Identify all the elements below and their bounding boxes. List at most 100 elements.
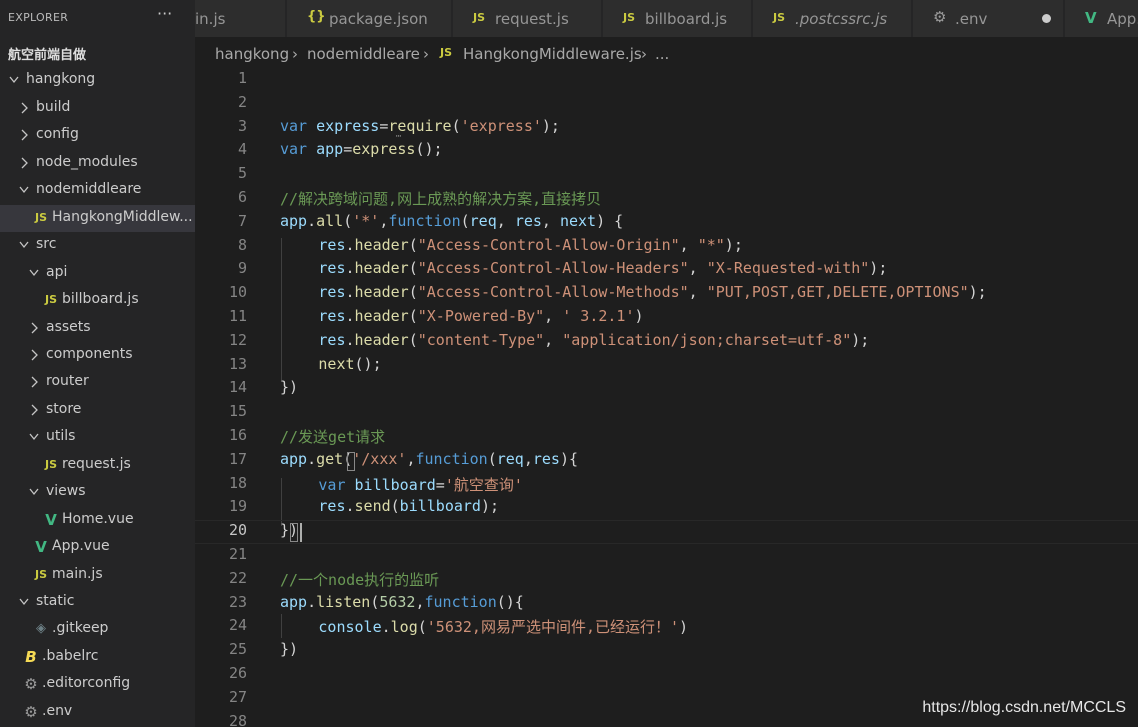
ellipsis-icon[interactable]: ··· bbox=[157, 4, 172, 23]
code-token-punct: , bbox=[496, 211, 515, 230]
editor-tab[interactable]: in.js bbox=[195, 0, 286, 37]
js-file-icon: JS bbox=[473, 11, 486, 24]
editor-tab[interactable]: JS request.js bbox=[453, 0, 602, 37]
chevron-right-icon[interactable] bbox=[18, 101, 30, 115]
tree-item-label: views bbox=[46, 483, 86, 500]
editor-tab[interactable]: V App.v bbox=[1065, 0, 1138, 37]
code-line[interactable]: 2 bbox=[195, 92, 1138, 116]
code-line[interactable]: 14}) bbox=[195, 377, 1138, 401]
tree-item-file[interactable]: 航空前端自做 bbox=[0, 40, 195, 67]
chevron-right-icon[interactable] bbox=[28, 321, 40, 335]
tree-item-file[interactable]: JS main.js bbox=[0, 562, 195, 589]
code-line[interactable]: 25}) bbox=[195, 639, 1138, 663]
tree-item-folder[interactable]: components bbox=[0, 342, 195, 369]
tree-item-folder[interactable]: nodemiddleare bbox=[0, 177, 195, 204]
code-line[interactable]: 21 bbox=[195, 544, 1138, 568]
code-line[interactable]: 6 //解决跨域问题,网上成熟的解决方案,直接拷贝 bbox=[195, 187, 1138, 211]
code-token-punct: , bbox=[688, 259, 707, 278]
unsaved-dot-icon[interactable] bbox=[1042, 14, 1051, 23]
breadcrumb-item-nodemiddleare[interactable]: nodemiddleare bbox=[307, 45, 420, 63]
chevron-right-icon: › bbox=[641, 45, 647, 63]
code-line[interactable]: 4 var app=express(); bbox=[195, 139, 1138, 163]
code-line[interactable]: 16 //发送get请求 bbox=[195, 425, 1138, 449]
code-line[interactable]: 7 app.all('*',function(req, res, next) { bbox=[195, 211, 1138, 235]
chevron-right-icon[interactable] bbox=[18, 128, 30, 142]
code-editor[interactable]: 1 2 3 var express=require('express'); 4 var a… bbox=[195, 70, 1138, 727]
tree-item-label: hangkong bbox=[26, 71, 96, 88]
line-number: 2 bbox=[237, 92, 247, 111]
code-line[interactable]: 20}) bbox=[195, 520, 1138, 544]
tree-item-folder[interactable]: static bbox=[0, 589, 195, 616]
tree-item-folder[interactable]: utils bbox=[0, 424, 195, 451]
code-token-variable: app bbox=[280, 211, 308, 230]
code-line[interactable]: 23 app.listen(5632,function(){ bbox=[195, 592, 1138, 616]
editor-tab[interactable]: JS .postcssrc.js bbox=[753, 0, 912, 37]
tree-item-label: components bbox=[46, 345, 133, 362]
chevron-right-icon[interactable] bbox=[18, 156, 30, 170]
code-line[interactable]: 26 bbox=[195, 663, 1138, 687]
code-line[interactable]: 24 console.log('5632,网易严选中间件,已经运行！') bbox=[195, 615, 1138, 639]
code-line[interactable]: 13 next(); bbox=[195, 354, 1138, 378]
tree-item-folder[interactable]: config bbox=[0, 122, 195, 149]
code-token-string: "Access-Control-Allow-Headers" bbox=[417, 259, 689, 278]
code-line[interactable]: 1 bbox=[195, 70, 1138, 92]
code-line[interactable]: 3 var express=require('express'); bbox=[195, 116, 1138, 140]
tree-item-folder[interactable]: assets bbox=[0, 315, 195, 342]
chevron-right-icon[interactable] bbox=[28, 348, 40, 362]
chevron-right-icon[interactable] bbox=[28, 403, 40, 417]
tree-item-file[interactable]: V App.vue bbox=[0, 534, 195, 561]
editor-tab[interactable]: JS billboard.js bbox=[603, 0, 752, 37]
tree-item-folder[interactable]: api bbox=[0, 260, 195, 287]
tree-item-file[interactable]: ◈ .gitkeep bbox=[0, 616, 195, 643]
tree-item-file[interactable]: JS HangkongMiddlew... bbox=[0, 204, 195, 232]
chevron-down-icon[interactable] bbox=[18, 595, 30, 609]
editor-tab[interactable]: {} package.json bbox=[287, 0, 452, 37]
code-text: next(); bbox=[318, 355, 381, 373]
tree-item-folder[interactable]: store bbox=[0, 397, 195, 424]
js-file-icon: JS bbox=[34, 210, 47, 224]
tree-item-folder[interactable]: views bbox=[0, 479, 195, 506]
code-line[interactable]: 18 var billboard='航空查询' bbox=[195, 473, 1138, 497]
editor-tab[interactable]: ⚙ .env bbox=[913, 0, 1064, 37]
chevron-down-icon[interactable] bbox=[28, 485, 40, 499]
code-line[interactable]: 17 app.get('/xxx',function(req,res){ bbox=[195, 449, 1138, 473]
code-line[interactable]: 12 res.header("content-Type", "applicatio… bbox=[195, 330, 1138, 354]
code-line[interactable]: 8 res.header("Access-Control-Allow-Origin… bbox=[195, 235, 1138, 259]
breadcrumb-item-file[interactable]: HangkongMiddleware.js bbox=[463, 45, 642, 63]
tree-item-file[interactable]: JS billboard.js bbox=[0, 287, 195, 314]
code-line[interactable]: 19 res.send(billboard); bbox=[195, 496, 1138, 520]
breadcrumb-item-hangkong[interactable]: hangkong bbox=[215, 45, 289, 63]
tree-item-label: config bbox=[36, 126, 79, 143]
tree-item-file[interactable]: V Home.vue bbox=[0, 507, 195, 534]
tree-item-folder[interactable]: router bbox=[0, 369, 195, 396]
code-line[interactable]: 5 bbox=[195, 163, 1138, 187]
chevron-down-icon[interactable] bbox=[28, 266, 40, 280]
tree-item-file[interactable]: JS request.js bbox=[0, 452, 195, 479]
chevron-down-icon[interactable] bbox=[8, 73, 20, 87]
tree-item-file[interactable]: B .babelrc bbox=[0, 644, 195, 671]
chevron-right-icon[interactable] bbox=[28, 375, 40, 389]
chevron-down-icon[interactable] bbox=[18, 183, 30, 197]
line-number: 21 bbox=[228, 545, 247, 563]
git-file-icon: ◈ bbox=[36, 621, 46, 637]
code-line[interactable]: 11 res.header("X-Powered-By", ' 3.2.1') bbox=[195, 306, 1138, 330]
tree-item-file[interactable]: ⚙ .editorconfig bbox=[0, 671, 195, 698]
code-token-punct: ); bbox=[968, 283, 987, 302]
chevron-down-icon[interactable] bbox=[28, 430, 40, 444]
tree-item-folder[interactable]: node_modules bbox=[0, 150, 195, 177]
tree-item-folder[interactable]: src bbox=[0, 232, 195, 259]
tree-item-folder[interactable]: build bbox=[0, 95, 195, 122]
tab-label: request.js bbox=[495, 10, 569, 28]
code-line[interactable]: 15 bbox=[195, 401, 1138, 425]
tree-item-folder[interactable]: hangkong bbox=[0, 67, 195, 94]
code-line[interactable]: 9 res.header("Access-Control-Allow-Header… bbox=[195, 258, 1138, 282]
breadcrumb-item-symbols[interactable]: ... bbox=[655, 45, 669, 63]
code-token-function: header bbox=[354, 283, 409, 302]
code-line[interactable]: 10 res.header("Access-Control-Allow-Metho… bbox=[195, 282, 1138, 306]
code-token-variable: res bbox=[514, 211, 542, 230]
tree-item-file[interactable]: ⚙ .env bbox=[0, 699, 195, 726]
chevron-down-icon[interactable] bbox=[18, 238, 30, 252]
tree-item-label: static bbox=[36, 593, 75, 609]
code-line[interactable]: 22 //一个node执行的监听 bbox=[195, 568, 1138, 592]
code-text: res.header("Access-Control-Allow-Headers… bbox=[318, 259, 887, 277]
